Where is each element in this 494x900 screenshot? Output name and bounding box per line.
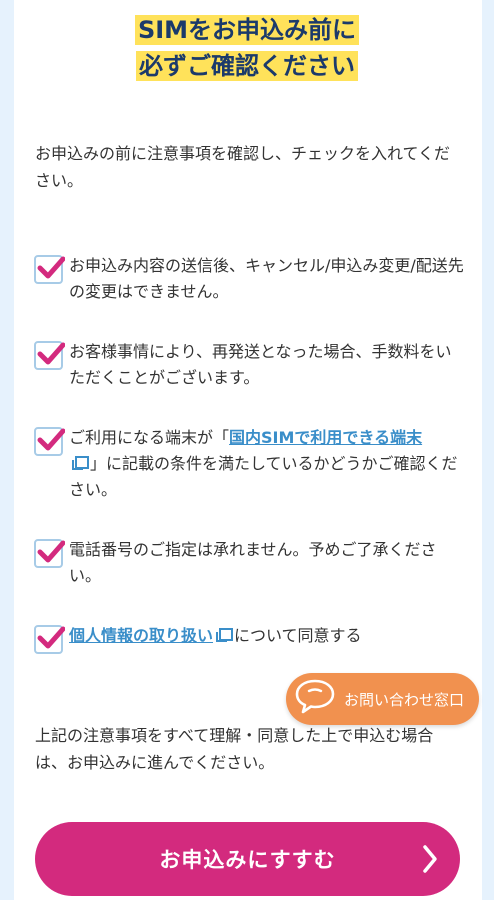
device-check-suffix: 」に記載の条件を満たしているかどうかご確認ください。 xyxy=(69,454,458,499)
title-line-2: 必ずご確認ください xyxy=(136,51,358,81)
contact-button-label: お問い合わせ窓口 xyxy=(344,690,465,709)
checkbox-privacy[interactable] xyxy=(34,625,65,654)
checkbox-resend-fee[interactable] xyxy=(34,341,65,370)
checkbox-phone-number[interactable] xyxy=(34,539,65,568)
external-link-icon[interactable] xyxy=(72,456,89,470)
checklist-item-device-check: ご利用になる端末が「国内SIMで利用できる端末」に記載の条件を満たしているかどう… xyxy=(34,425,464,503)
checkbox-device-check[interactable] xyxy=(34,427,65,456)
apply-button[interactable]: お申込みにすすむ xyxy=(35,822,460,896)
apply-button-label: お申込みにすすむ xyxy=(159,848,336,872)
checklist-label: ご利用になる端末が「国内SIMで利用できる端末」に記載の条件を満たしているかどう… xyxy=(69,425,464,503)
outro-text: 上記の注意事項をすべて理解・同意した上で申込む場合は、お申込みに進んでください。 xyxy=(35,726,434,772)
checkmark-icon xyxy=(37,626,65,649)
checklist-item-cancel-policy: お申込み内容の送信後、キャンセル/申込み変更/配送先の変更はできません。 xyxy=(34,253,464,305)
checklist-label: お申込み内容の送信後、キャンセル/申込み変更/配送先の変更はできません。 xyxy=(69,256,464,301)
checkmark-icon xyxy=(37,342,65,365)
privacy-suffix: について同意する xyxy=(234,626,362,645)
checkmark-icon xyxy=(37,256,65,279)
checklist-label: 電話番号のご指定は承れません。予めご了承ください。 xyxy=(69,540,437,585)
device-check-prefix: ご利用になる端末が「 xyxy=(69,428,230,447)
checkmark-icon xyxy=(37,540,65,563)
external-link-icon[interactable] xyxy=(216,628,234,642)
page-title: SIMをお申込み前に 必ずご確認ください xyxy=(0,12,494,84)
checklist-item-resend-fee: お客様事情により、再発送となった場合、手数料をいただくことがございます。 xyxy=(34,339,464,391)
intro-text: お申込みの前に注意事項を確認し、チェックを入れてください。 xyxy=(35,144,451,190)
privacy-policy-link[interactable]: 個人情報の取り扱い xyxy=(69,626,213,645)
checkmark-icon xyxy=(37,428,65,451)
checklist-label: 個人情報の取り扱い について同意する xyxy=(69,623,362,654)
chevron-right-icon xyxy=(422,844,438,878)
title-line-1: SIMをお申込み前に xyxy=(134,15,360,45)
checklist-item-privacy: 個人情報の取り扱い について同意する xyxy=(34,623,464,654)
checkbox-cancel-policy[interactable] xyxy=(34,255,65,284)
checklist-label: お客様事情により、再発送となった場合、手数料をいただくことがございます。 xyxy=(69,342,452,387)
checklist-item-phone-number: 電話番号のご指定は承れません。予めご了承ください。 xyxy=(34,537,464,589)
chat-bubble-icon xyxy=(294,678,336,720)
compatible-devices-link[interactable]: 国内SIMで利用できる端末 xyxy=(229,428,422,447)
contact-button[interactable]: お問い合わせ窓口 xyxy=(286,673,479,725)
